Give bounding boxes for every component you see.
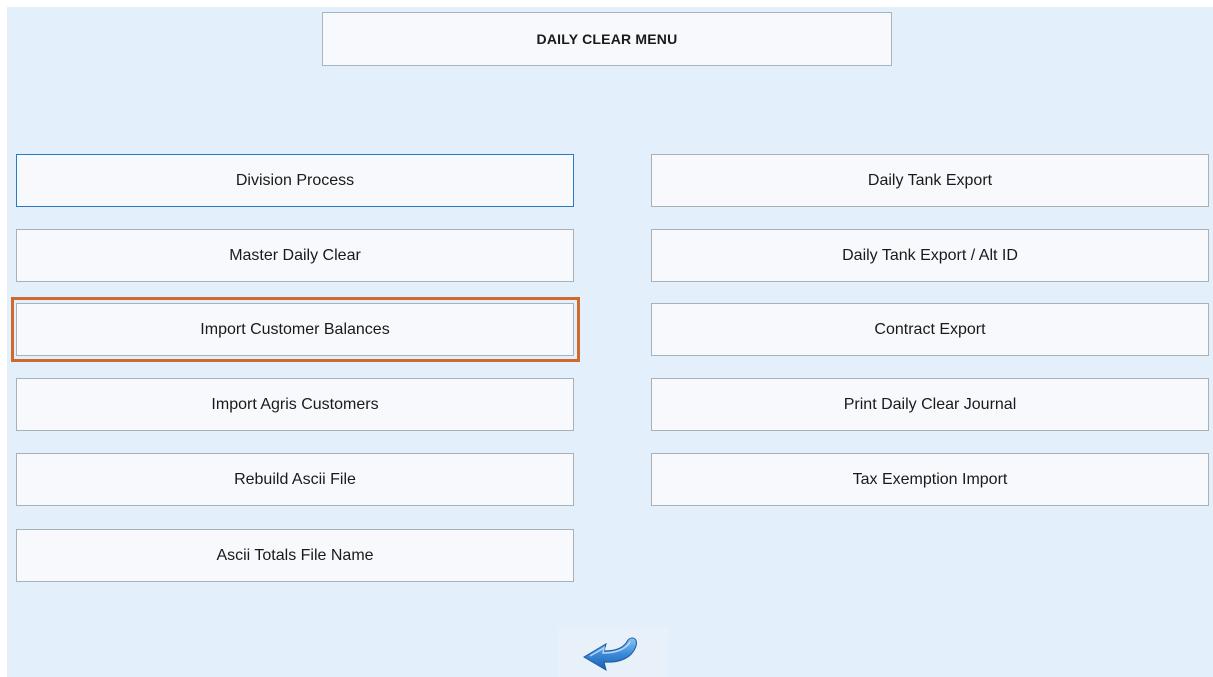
tax-exemption-import-button[interactable]: Tax Exemption Import (651, 453, 1209, 506)
master-daily-clear-button[interactable]: Master Daily Clear (16, 229, 574, 282)
rebuild-ascii-file-button[interactable]: Rebuild Ascii File (16, 453, 574, 506)
back-button[interactable] (558, 627, 668, 677)
print-daily-clear-journal-button[interactable]: Print Daily Clear Journal (651, 378, 1209, 431)
division-process-button[interactable]: Division Process (16, 154, 574, 207)
daily-tank-export-button[interactable]: Daily Tank Export (651, 154, 1209, 207)
back-arrow-icon (583, 637, 637, 672)
ascii-totals-file-name-button[interactable]: Ascii Totals File Name (16, 529, 574, 582)
daily-tank-export-alt-id-button[interactable]: Daily Tank Export / Alt ID (651, 229, 1209, 282)
import-customer-balances-button[interactable]: Import Customer Balances (16, 303, 574, 356)
import-agris-customers-button[interactable]: Import Agris Customers (16, 378, 574, 431)
contract-export-button[interactable]: Contract Export (651, 303, 1209, 356)
page-title: DAILY CLEAR MENU (322, 12, 892, 66)
